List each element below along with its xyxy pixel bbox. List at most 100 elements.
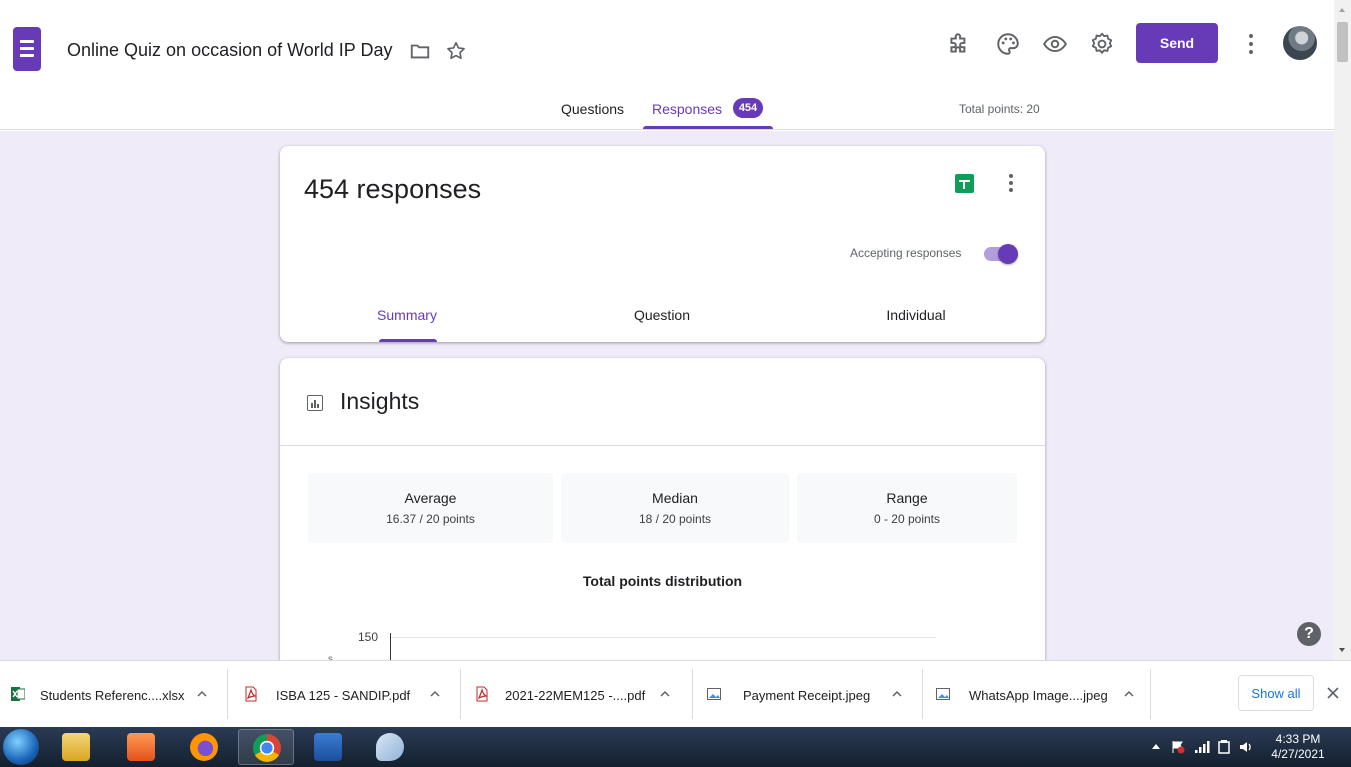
form-tabs: Questions Responses 454 Total points: 20 [0,97,1334,130]
avatar[interactable] [1283,26,1317,60]
network-signal-icon[interactable] [1194,739,1210,755]
chrome-icon [253,734,281,762]
download-name-1: Students Referenc....xlsx [40,688,185,703]
action-center-flag-icon[interactable] [1170,739,1186,755]
stat-median: Median 18 / 20 points [561,473,789,543]
tab-summary[interactable]: Summary [367,307,447,323]
taskbar-paint[interactable] [362,729,418,765]
stat-average-value: 16.37 / 20 points [386,512,475,526]
responses-main: 454 responses Accepting responses Summar… [0,131,1334,660]
tab-active-indicator [643,126,773,129]
power-icon[interactable] [1216,739,1232,755]
tray-expand-icon[interactable] [1152,744,1160,749]
stat-range-label: Range [886,490,928,506]
stat-median-value: 18 / 20 points [638,512,712,526]
total-points-label: Total points: 20 [959,102,1040,116]
pdf-file-icon [476,686,488,702]
clock-date: 4/27/2021 [1271,747,1325,761]
y-tick-150: 150 [358,630,379,644]
taskbar-app-2[interactable] [113,729,169,765]
chevron-up-icon[interactable] [1123,688,1135,700]
settings-gear-icon[interactable] [1089,31,1115,57]
explorer-folder-icon [62,733,90,761]
paint-icon [376,733,404,761]
windows-taskbar: 4:33 PM 4/27/2021 [0,727,1351,767]
stat-average-label: Average [404,490,457,506]
insights-title: Insights [340,388,420,414]
download-name-4: Payment Receipt.jpeg [743,688,871,703]
download-name-3: 2021-22MEM125 -....pdf [505,688,646,703]
forms-logo-icon[interactable] [13,27,41,71]
responses-count-title: 454 responses [304,174,482,204]
insights-divider [280,445,1045,446]
pdf-file-icon [245,686,257,702]
stat-average: Average 16.37 / 20 points [308,473,553,543]
insights-card: Insights Average 16.37 / 20 points Media… [280,358,1045,660]
download-separator [1150,669,1151,719]
scroll-thumb[interactable] [1337,22,1348,62]
accepting-responses-toggle[interactable] [984,244,1018,264]
taskbar-clock[interactable]: 4:33 PM 4/27/2021 [1268,732,1328,762]
volume-icon[interactable] [1238,739,1254,755]
scroll-up-arrow-icon[interactable] [1339,8,1345,12]
download-item-3[interactable]: 2021-22MEM125 -....pdf [462,661,690,728]
addon-puzzle-icon[interactable] [946,31,972,57]
responses-count-badge: 454 [733,98,763,118]
clock-time: 4:33 PM [1275,732,1321,746]
star-icon[interactable] [445,40,467,62]
download-item-1[interactable]: Students Referenc....xlsx [0,661,225,728]
download-name-5: WhatsApp Image....jpeg [969,688,1108,703]
download-item-4[interactable]: Payment Receipt.jpeg [694,661,920,728]
scroll-down-arrow-icon[interactable] [1339,648,1345,652]
preview-eye-icon[interactable] [1042,31,1068,57]
tab-responses[interactable]: Responses [652,101,722,117]
send-button[interactable]: Send [1136,23,1218,63]
responses-card: 454 responses Accepting responses Summar… [280,146,1045,342]
chevron-up-icon[interactable] [429,688,441,700]
stat-range: Range 0 - 20 points [797,473,1017,543]
tab-individual[interactable]: Individual [876,307,956,323]
page-scrollbar[interactable] [1334,0,1351,660]
chevron-up-icon[interactable] [196,688,208,700]
insights-chart-icon [307,395,323,411]
download-item-2[interactable]: ISBA 125 - SANDIP.pdf [230,661,458,728]
taskbar-explorer[interactable] [48,729,104,765]
tab-question[interactable]: Question [622,307,702,323]
more-vert-icon[interactable] [1241,30,1261,58]
firefox-icon [190,733,218,761]
folder-icon[interactable] [409,40,431,62]
summary-tab-indicator [379,339,437,342]
excel-file-icon [11,687,25,701]
download-name-2: ISBA 125 - SANDIP.pdf [276,688,411,703]
palette-icon[interactable] [995,31,1021,57]
responses-more-vert-icon[interactable] [1003,174,1019,194]
grid-line [391,637,936,638]
download-separator [460,669,461,719]
taskbar-word[interactable] [300,729,356,765]
close-icon[interactable] [1326,686,1340,700]
start-button[interactable] [3,729,39,765]
sheets-icon[interactable] [955,174,974,193]
taskbar-chrome[interactable] [238,729,294,765]
show-all-button[interactable]: Show all [1238,675,1314,711]
stat-median-label: Median [652,490,698,506]
forms-header: Online Quiz on occasion of World IP Day … [0,0,1334,130]
download-item-5[interactable]: WhatsApp Image....jpeg [924,661,1148,728]
chevron-up-icon[interactable] [659,688,671,700]
downloads-bar: Students Referenc....xlsx ISBA 125 - SAN… [0,660,1351,727]
app-icon [127,733,155,761]
download-separator [227,669,228,719]
form-title[interactable]: Online Quiz on occasion of World IP Day [67,40,393,61]
word-icon [314,733,342,761]
image-file-icon [936,688,950,700]
distribution-title: Total points distribution [582,573,743,589]
chevron-up-icon[interactable] [891,688,903,700]
download-separator [692,669,693,719]
image-file-icon [707,688,721,700]
accepting-responses-label: Accepting responses [850,246,962,260]
stat-range-value: 0 - 20 points [873,512,941,526]
download-separator [922,669,923,719]
help-icon[interactable]: ? [1297,622,1321,646]
tab-questions[interactable]: Questions [561,101,624,117]
taskbar-firefox[interactable] [176,729,232,765]
